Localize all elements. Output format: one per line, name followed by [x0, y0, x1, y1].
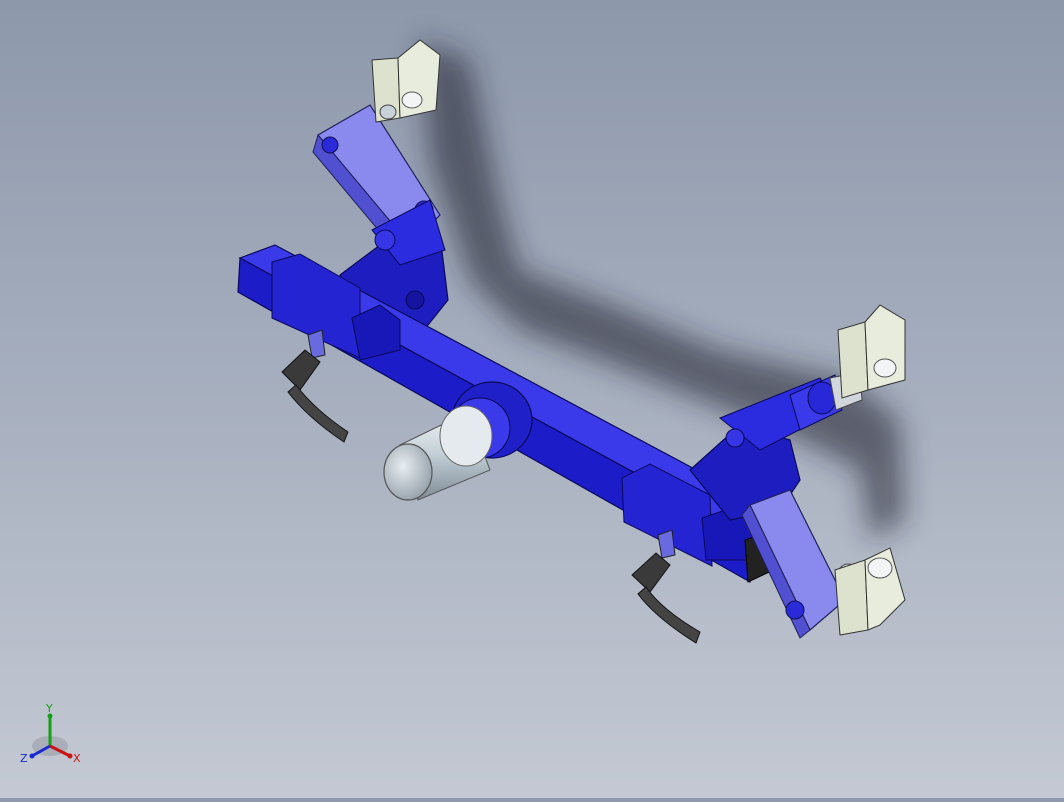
y-axis-label: Y [45, 702, 53, 715]
right-upper-clamp-bracket [837, 304, 906, 399]
model-view[interactable] [0, 0, 1064, 798]
z-axis-label: Z [20, 752, 28, 765]
upper-clamp-bracket [371, 39, 441, 123]
center-shaft [383, 405, 493, 501]
graphics-viewport[interactable] [0, 0, 1064, 798]
coordinate-triad[interactable]: Y X Z [18, 700, 88, 772]
x-axis-label: X [73, 752, 81, 765]
right-lower-clamp-bracket [834, 547, 906, 636]
